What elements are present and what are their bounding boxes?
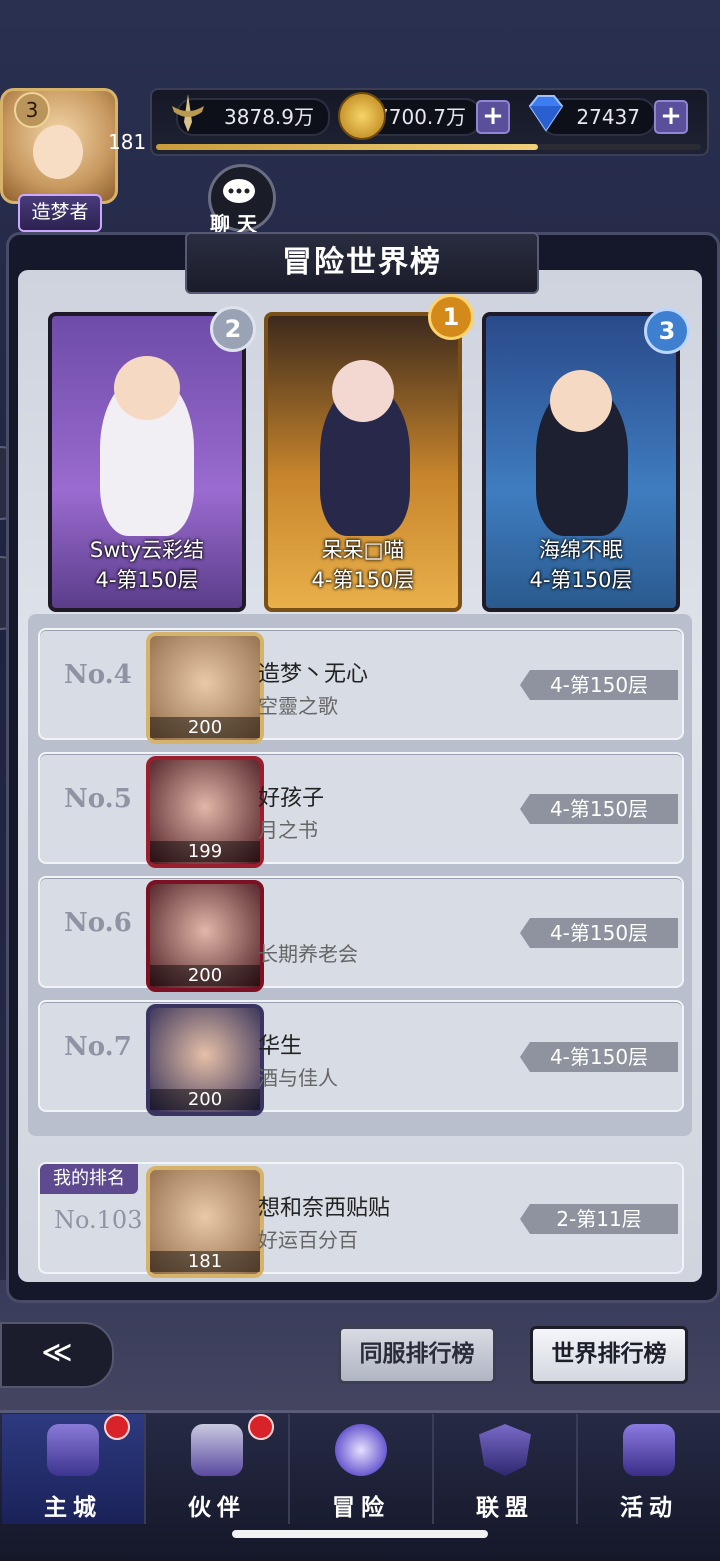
shield-icon bbox=[479, 1424, 531, 1476]
podium-floor: 4-第150层 bbox=[529, 568, 633, 592]
player-name: 华生 bbox=[258, 1034, 303, 1059]
my-rank-row[interactable]: 我的排名 No.103 181 想和奈西贴贴 好运百分百 2-第11层 bbox=[38, 1162, 684, 1278]
home-indicator bbox=[232, 1530, 488, 1538]
gold-medal-icon: 1 bbox=[428, 294, 474, 340]
nav-label: 活动 bbox=[620, 1495, 678, 1521]
player-name: 好孩子 bbox=[258, 786, 325, 811]
page-title: 冒险世界榜 bbox=[185, 232, 539, 294]
add-gem-button[interactable]: + bbox=[654, 100, 688, 134]
bronze-medal-icon: 3 bbox=[644, 308, 690, 354]
floor-tag: 2-第11层 bbox=[520, 1204, 678, 1234]
floor-tag: 4-第150层 bbox=[520, 1042, 678, 1072]
nav-adventure[interactable]: 冒险 bbox=[290, 1414, 434, 1524]
table-row[interactable]: No.7 200 华生 酒与佳人 4-第150层 bbox=[38, 1000, 684, 1116]
player-level: 181 bbox=[108, 130, 147, 154]
compass-icon bbox=[335, 1424, 387, 1476]
floor-tag: 4-第150层 bbox=[520, 794, 678, 824]
table-row[interactable]: No.5 199 好孩子 月之书 4-第150层 bbox=[38, 752, 684, 868]
castle-icon bbox=[47, 1424, 99, 1476]
gem-value: 27437 bbox=[576, 105, 640, 129]
guild-name: 空靈之歌 bbox=[258, 694, 338, 718]
player-title-badge: 造梦者 bbox=[18, 194, 102, 232]
nav-activity[interactable]: 活动 bbox=[578, 1414, 720, 1524]
silver-medal-icon: 2 bbox=[210, 306, 256, 352]
podium-name: 呆呆□喵 bbox=[321, 538, 405, 562]
avatar-level: 200 bbox=[150, 965, 260, 986]
podium-card-3[interactable]: 海绵不眠 4-第150层 bbox=[482, 312, 680, 612]
rank-number: No.6 bbox=[64, 908, 132, 938]
avatar-level: 200 bbox=[150, 1089, 260, 1110]
floor-tag: 4-第150层 bbox=[520, 670, 678, 700]
character-head bbox=[550, 370, 612, 432]
podium-card-1[interactable]: 呆呆□喵 4-第150层 bbox=[264, 312, 462, 612]
nav-label: 冒险 bbox=[332, 1495, 390, 1521]
podium-name: Swty云彩结 bbox=[89, 538, 205, 562]
character-head bbox=[114, 356, 180, 420]
podium-name: 海绵不眠 bbox=[539, 538, 623, 562]
podium-card-2[interactable]: Swty云彩结 4-第150层 bbox=[48, 312, 246, 612]
notification-badge bbox=[248, 1414, 274, 1440]
avatar-level: 181 bbox=[150, 1251, 260, 1272]
power-icon bbox=[168, 92, 208, 136]
vip-level-badge: 3 bbox=[14, 92, 50, 128]
avatar: 181 bbox=[146, 1166, 264, 1278]
back-button[interactable]: ≪ bbox=[0, 1322, 114, 1388]
notification-badge bbox=[104, 1414, 130, 1440]
rank-number: No.7 bbox=[64, 1032, 132, 1062]
power-value: 3878.9万 bbox=[224, 105, 314, 129]
avatar: 200 bbox=[146, 880, 264, 992]
avatar-face bbox=[33, 125, 83, 179]
nav-label: 伙伴 bbox=[188, 1495, 246, 1521]
podium-floor: 4-第150层 bbox=[311, 568, 415, 592]
cards-icon bbox=[623, 1424, 675, 1476]
rank-number: No.103 bbox=[54, 1206, 143, 1234]
rank-number: No.4 bbox=[64, 660, 132, 690]
gold-coin-icon bbox=[338, 92, 386, 140]
table-row[interactable]: No.6 200 长期养老会 4-第150层 bbox=[38, 876, 684, 992]
guild-name: 好运百分百 bbox=[258, 1228, 358, 1252]
gold-value: 7700.7万 bbox=[376, 105, 466, 129]
exp-bar-fill bbox=[156, 144, 538, 150]
player-name: 造梦丶无心 bbox=[258, 662, 369, 687]
guild-name: 酒与佳人 bbox=[258, 1066, 338, 1090]
table-row[interactable]: No.4 200 造梦丶无心 空靈之歌 4-第150层 bbox=[38, 628, 684, 744]
podium-floor: 4-第150层 bbox=[95, 568, 199, 592]
avatar-level: 199 bbox=[150, 841, 260, 862]
player-name: 想和奈西贴贴 bbox=[258, 1196, 391, 1221]
character-head bbox=[332, 360, 394, 422]
avatar: 199 bbox=[146, 756, 264, 868]
avatar-level: 200 bbox=[150, 717, 260, 738]
avatar: 200 bbox=[146, 1004, 264, 1116]
my-rank-label: 我的排名 bbox=[40, 1164, 138, 1194]
add-gold-button[interactable]: + bbox=[476, 100, 510, 134]
rank-number: No.5 bbox=[64, 784, 132, 814]
guild-name: 月之书 bbox=[258, 818, 318, 842]
guild-name: 长期养老会 bbox=[258, 942, 358, 966]
nav-label: 联盟 bbox=[476, 1495, 534, 1521]
floor-tag: 4-第150层 bbox=[520, 918, 678, 948]
nav-label: 主城 bbox=[44, 1495, 102, 1521]
nav-alliance[interactable]: 联盟 bbox=[434, 1414, 578, 1524]
tab-server-rank[interactable]: 同服排行榜 bbox=[338, 1326, 496, 1384]
diamond-icon bbox=[524, 94, 568, 134]
partner-icon bbox=[191, 1424, 243, 1476]
exp-bar bbox=[156, 144, 701, 150]
tab-world-rank[interactable]: 世界排行榜 bbox=[530, 1326, 688, 1384]
avatar: 200 bbox=[146, 632, 264, 744]
